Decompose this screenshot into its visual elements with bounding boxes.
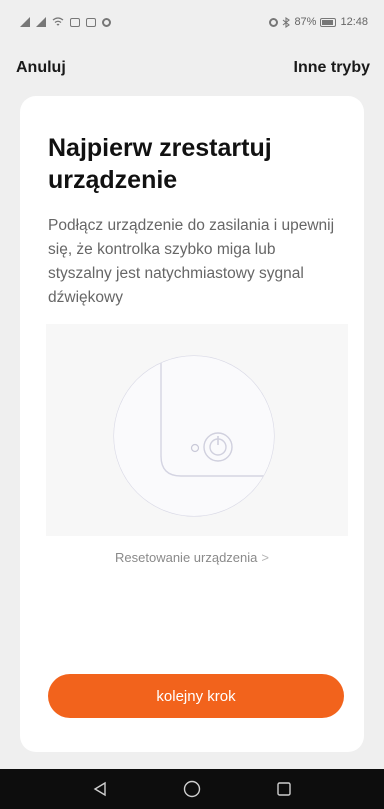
device-illustration (46, 324, 348, 536)
alarm-icon (269, 17, 279, 27)
reset-link-label: Resetowanie urządzenia (115, 550, 258, 565)
back-icon (93, 781, 106, 797)
other-modes-button[interactable]: Inne tryby (294, 59, 370, 77)
nfc-icon (70, 17, 80, 27)
clock: 12:48 (340, 16, 368, 28)
signal-icon (20, 17, 30, 27)
page-title: Najpierw zrestartuj urządzenie (48, 134, 272, 194)
top-bar: Anuluj Inne tryby (0, 52, 384, 84)
home-icon (183, 780, 201, 798)
recents-icon (277, 782, 291, 796)
back-button[interactable] (88, 777, 112, 801)
bluetooth-icon (283, 16, 291, 28)
recents-button[interactable] (272, 777, 296, 801)
reset-device-link[interactable]: Resetowanie urządzenia > (20, 550, 364, 565)
mail-icon (86, 17, 96, 27)
status-right-icons: 87% 12:48 (269, 16, 368, 28)
next-step-button[interactable]: kolejny krok (48, 674, 344, 718)
signal-icon (36, 17, 46, 27)
status-left-icons (20, 17, 111, 27)
system-nav-bar (0, 769, 384, 809)
device-power-button-icon (113, 355, 275, 517)
sync-icon (102, 17, 111, 27)
instructions-text: Podłącz urządzenie do zasilania i upewni… (48, 217, 335, 306)
status-bar: 87% 12:48 (0, 0, 384, 44)
home-button[interactable] (180, 777, 204, 801)
reset-instructions-card: Najpierw zrestartuj urządzenie Podłącz u… (20, 96, 364, 752)
battery-icon (320, 17, 337, 27)
chevron-right-icon: > (261, 550, 269, 565)
cancel-button[interactable]: Anuluj (16, 59, 66, 77)
battery-percent: 87% (294, 16, 317, 28)
wifi-icon (52, 17, 64, 26)
